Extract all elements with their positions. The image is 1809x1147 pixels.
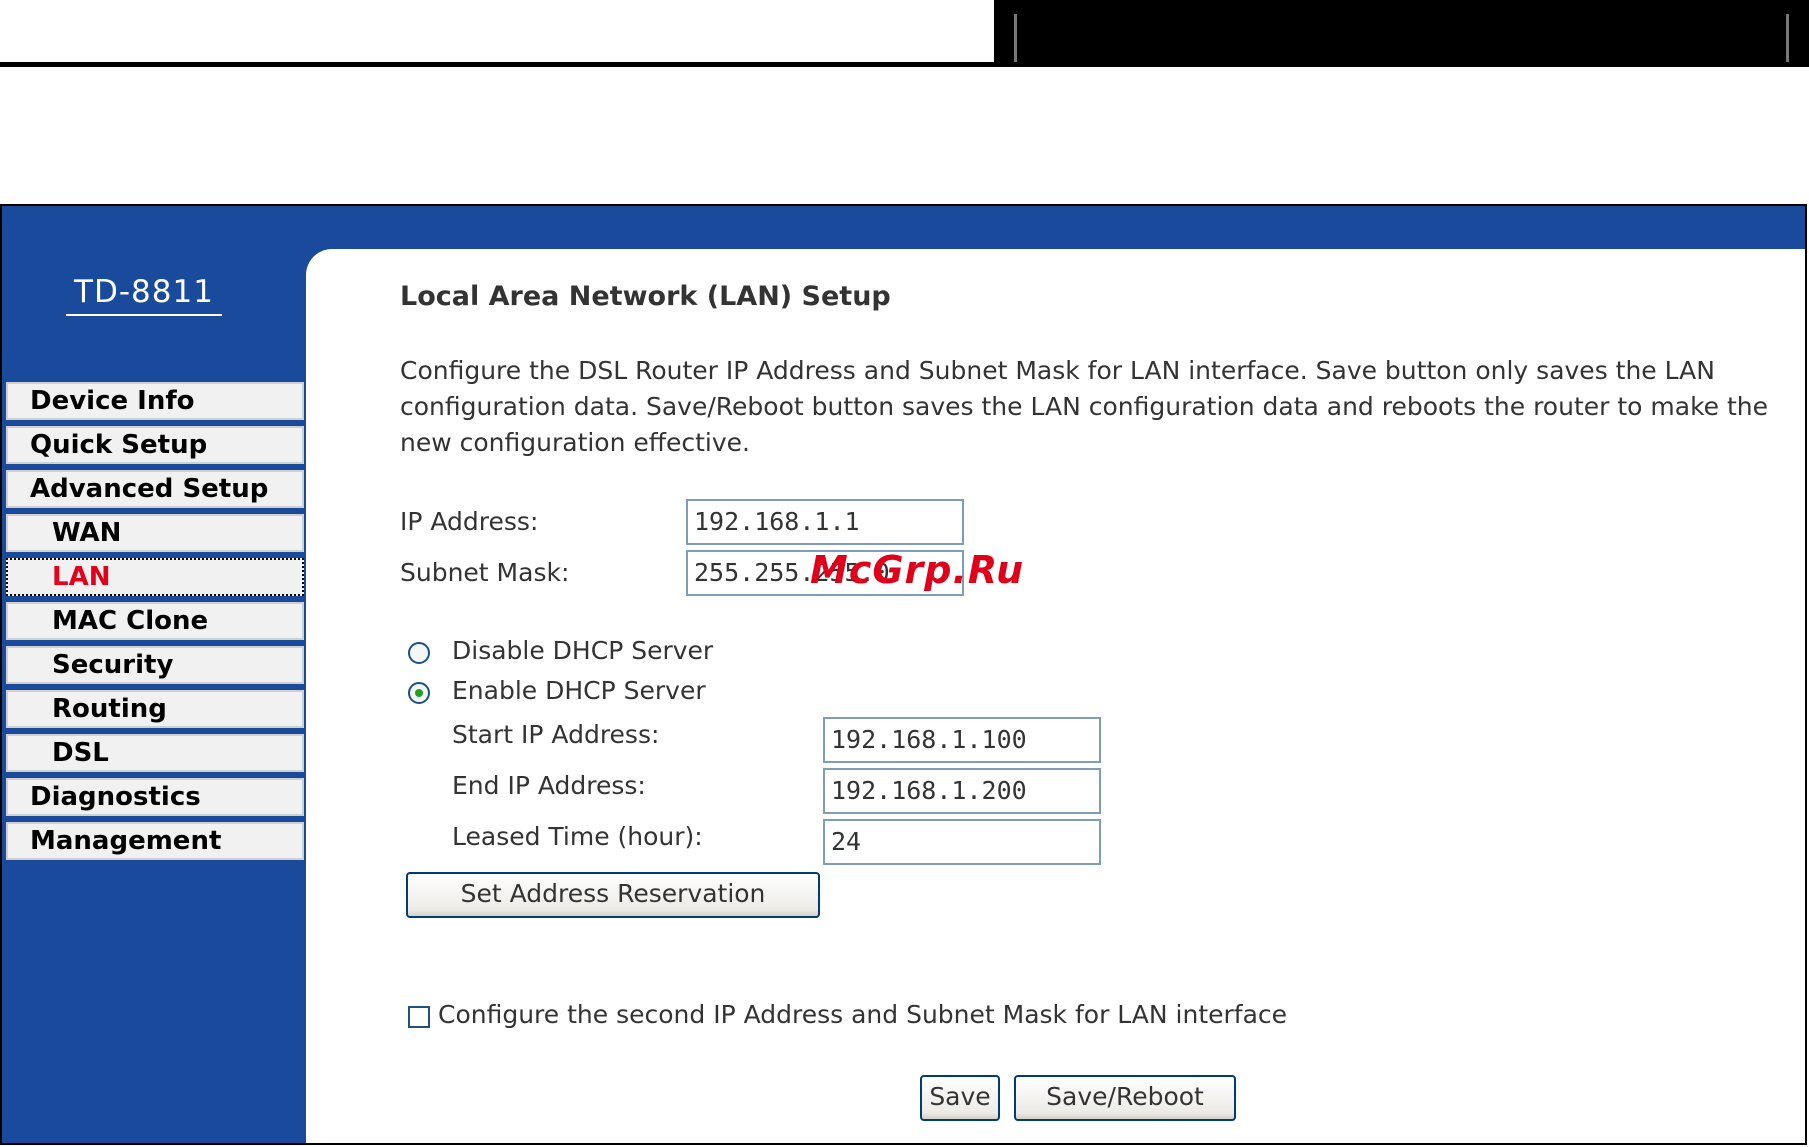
- second-ip-checkbox-label: Configure the second IP Address and Subn…: [438, 1000, 1288, 1029]
- start-ip-field[interactable]: 192.168.1.100: [823, 717, 1101, 763]
- page-description: Configure the DSL Router IP Address and …: [400, 356, 1769, 457]
- sidebar-item-management[interactable]: Management: [6, 822, 304, 860]
- ip-address-field[interactable]: 192.168.1.1: [686, 499, 964, 545]
- sidebar-item-lan[interactable]: LAN: [6, 558, 304, 596]
- header-bar-divider: [1014, 14, 1017, 62]
- disable-dhcp-label: Disable DHCP Server: [452, 636, 714, 665]
- enable-dhcp-label: Enable DHCP Server: [452, 676, 706, 705]
- header-bar-divider: [1786, 14, 1789, 62]
- sidebar-item-advanced-setup[interactable]: Advanced Setup: [6, 470, 304, 508]
- sidebar-nav: Device Info Quick Setup Advanced Setup W…: [6, 382, 304, 866]
- leased-time-field[interactable]: 24: [823, 819, 1101, 865]
- ip-address-label: IP Address:: [400, 507, 539, 536]
- sidebar-item-security[interactable]: Security: [6, 646, 304, 684]
- sidebar-item-diagnostics[interactable]: Diagnostics: [6, 778, 304, 816]
- disable-dhcp-radio[interactable]: [408, 642, 430, 664]
- end-ip-field[interactable]: 192.168.1.200: [823, 768, 1101, 814]
- second-ip-checkbox[interactable]: [408, 1006, 430, 1028]
- sidebar-item-routing[interactable]: Routing: [6, 690, 304, 728]
- leased-time-label: Leased Time (hour):: [452, 822, 703, 851]
- watermark-text: McGrp.Ru: [810, 548, 1025, 592]
- sidebar-item-device-info[interactable]: Device Info: [6, 382, 304, 420]
- set-address-reservation-button[interactable]: Set Address Reservation: [406, 872, 820, 918]
- subnet-mask-label: Subnet Mask:: [400, 558, 570, 587]
- content-panel: Local Area Network (LAN) Setup Configure…: [306, 249, 1805, 1143]
- end-ip-label: End IP Address:: [452, 771, 646, 800]
- start-ip-label: Start IP Address:: [452, 720, 660, 749]
- page-header-bar: [994, 0, 1809, 66]
- sidebar-item-mac-clone[interactable]: MAC Clone: [6, 602, 304, 640]
- page-title: Local Area Network (LAN) Setup: [400, 281, 891, 312]
- router-ui-screenshot: TD-8811 Device Info Quick Setup Advanced…: [0, 204, 1807, 1145]
- save-button[interactable]: Save: [920, 1075, 1000, 1121]
- save-reboot-button[interactable]: Save/Reboot: [1014, 1075, 1236, 1121]
- model-name: TD-8811: [66, 274, 222, 316]
- sidebar-item-dsl[interactable]: DSL: [6, 734, 304, 772]
- enable-dhcp-radio[interactable]: [408, 682, 430, 704]
- sidebar-item-quick-setup[interactable]: Quick Setup: [6, 426, 304, 464]
- sidebar-item-wan[interactable]: WAN: [6, 514, 304, 552]
